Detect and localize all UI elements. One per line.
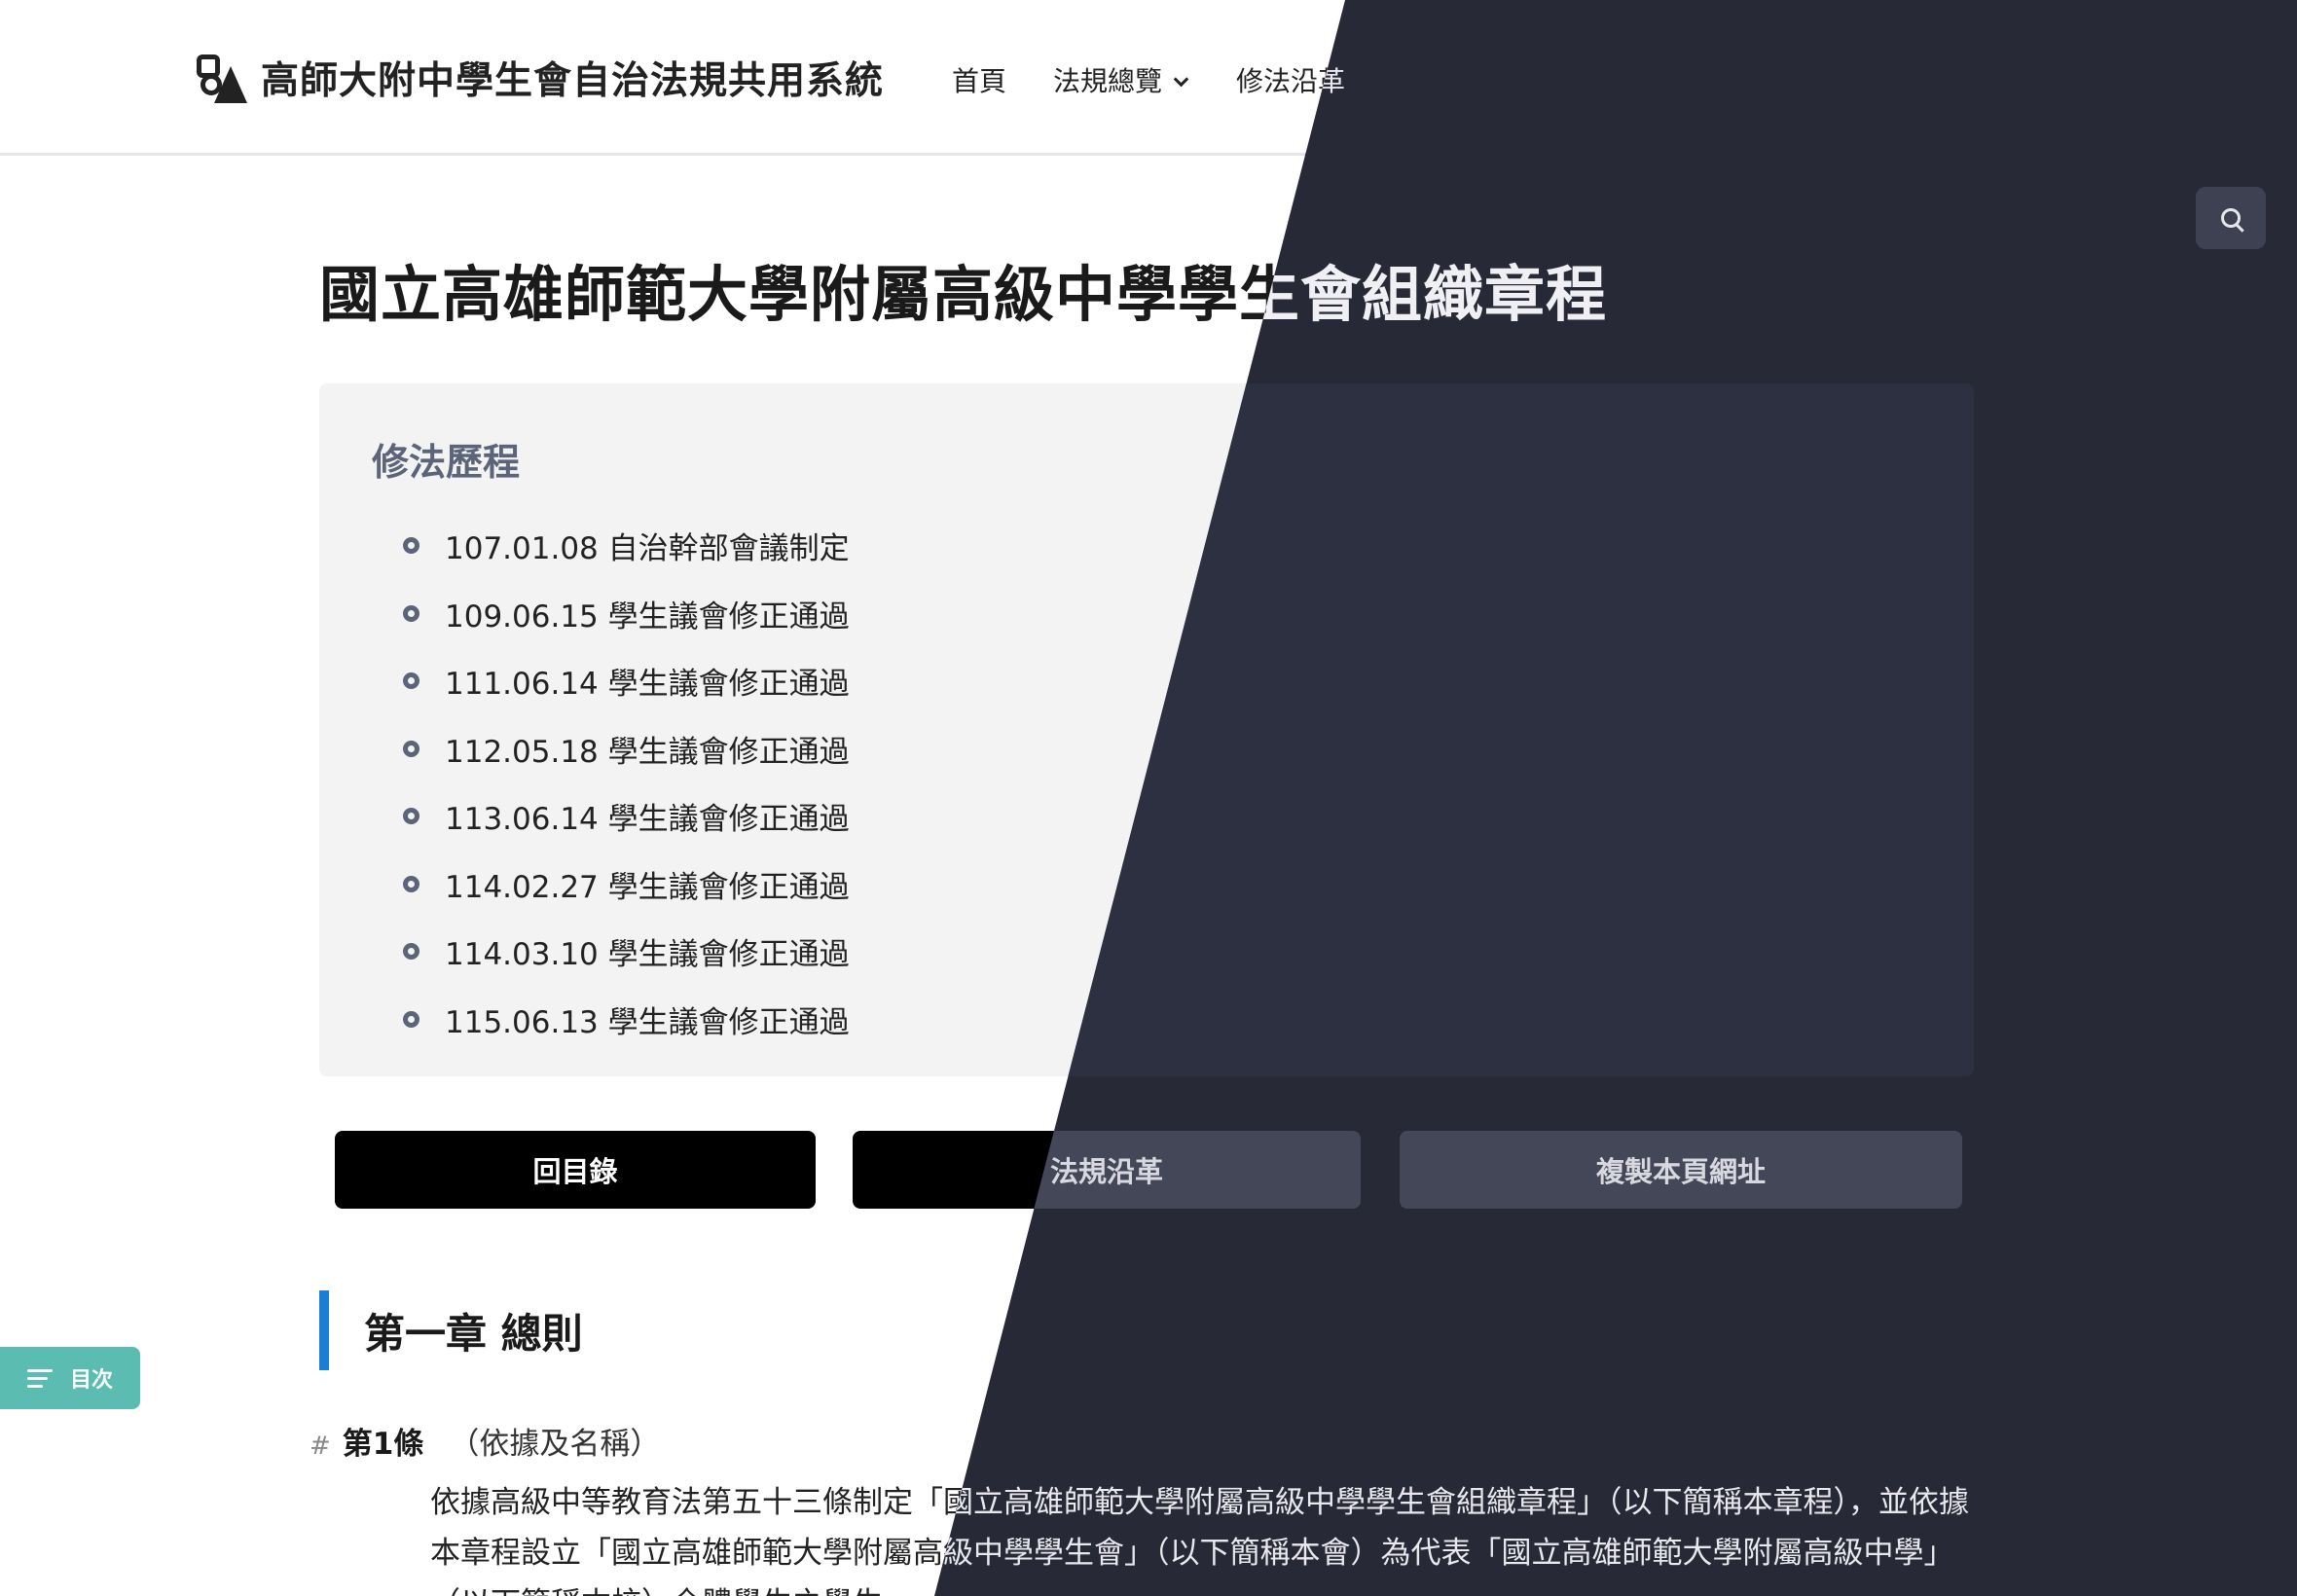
history-item-text: 115.06.13 學生議會修正通過: [445, 1004, 850, 1040]
menu-lines-icon: [27, 1364, 53, 1393]
history-list: 107.01.08 自治幹部會議制定 109.06.15 學生議會修正通過 11…: [403, 512, 850, 1053]
history-item-text: 112.05.18 學生議會修正通過: [445, 734, 850, 770]
history-item-text: 109.06.15 學生議會修正通過: [445, 598, 850, 635]
history-item-text: 114.02.27 學生議會修正通過: [445, 869, 850, 905]
article-header: # 第1條 （依據及名稱）: [310, 1419, 660, 1463]
bullet-icon: [403, 808, 419, 825]
history-item: 109.06.15 學生議會修正通過: [403, 580, 850, 648]
bullet-icon: [403, 672, 419, 690]
history-item: 114.02.27 學生議會修正通過: [403, 851, 850, 919]
history-item-text: 113.06.14 學生議會修正通過: [445, 802, 850, 838]
chevron-down-icon: [1173, 71, 1189, 88]
history-item: 113.06.14 學生議會修正通過: [403, 782, 850, 851]
history-item: 115.06.13 學生議會修正通過: [403, 986, 850, 1054]
bullet-icon: [403, 1010, 419, 1028]
article-number: 第1條: [342, 1427, 424, 1462]
history-item: 114.03.10 學生議會修正通過: [403, 918, 850, 986]
search-button[interactable]: [2196, 187, 2266, 249]
bullet-icon: [403, 740, 419, 757]
search-icon: [2221, 208, 2241, 228]
chapter-heading: 第一章 總則: [319, 1290, 583, 1370]
history-item-text: 111.06.14 學生議會修正通過: [445, 667, 850, 703]
copy-url-button-dark: 複製本頁網址: [1400, 1131, 1962, 1209]
history-item: 107.01.08 自治幹部會議制定: [403, 512, 850, 580]
nav-home[interactable]: 首頁: [952, 60, 1006, 99]
history-title: 修法歷程: [372, 441, 521, 484]
bullet-icon: [403, 875, 419, 892]
history-item-text: 107.01.08 自治幹部會議制定: [445, 531, 850, 567]
history-item: 111.06.14 學生議會修正通過: [403, 647, 850, 715]
history-item-text: 114.03.10 學生議會修正通過: [445, 937, 850, 973]
article-name: （依據及名稱）: [449, 1427, 661, 1462]
back-to-index-button[interactable]: 回目錄: [335, 1131, 816, 1209]
site-logo-icon: [197, 53, 247, 103]
anchor-hash-icon[interactable]: #: [310, 1432, 331, 1461]
bullet-icon: [403, 537, 419, 555]
history-item: 112.05.18 學生議會修正通過: [403, 715, 850, 783]
toc-label: 目次: [70, 1368, 114, 1393]
bullet-icon: [403, 943, 419, 961]
nav-law-overview-label: 法規總覽: [1053, 65, 1163, 97]
brand[interactable]: 高師大附中學生會自治法規共用系統: [197, 51, 884, 105]
toc-button[interactable]: 目次: [0, 1347, 140, 1409]
bullet-icon: [403, 604, 419, 622]
site-title[interactable]: 高師大附中學生會自治法規共用系統: [261, 51, 884, 105]
nav-law-overview[interactable]: 法規總覽: [1053, 60, 1189, 99]
